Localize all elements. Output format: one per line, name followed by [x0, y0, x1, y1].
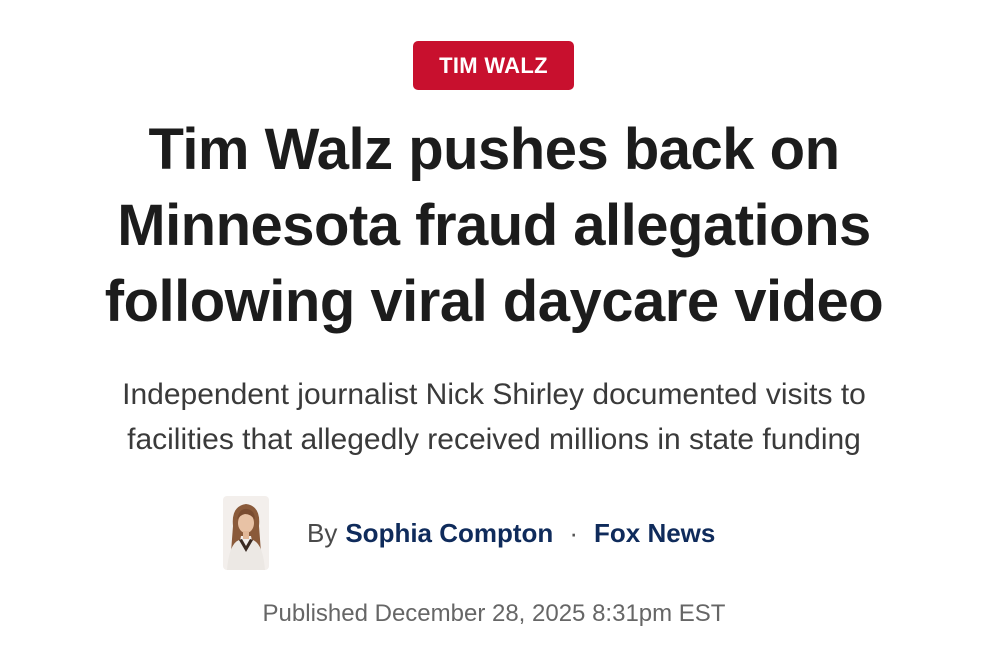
headline-line-2: Minnesota fraud allegations — [117, 193, 871, 258]
topic-tag[interactable]: TIM WALZ — [413, 41, 574, 90]
subheadline: Independent journalist Nick Shirley docu… — [20, 372, 968, 462]
article-header: TIM WALZ Tim Walz pushes back on Minneso… — [0, 0, 988, 671]
author-avatar[interactable] — [223, 496, 269, 570]
headline-line-1: Tim Walz pushes back on — [148, 117, 840, 182]
author-photo-icon — [223, 496, 269, 570]
source-link[interactable]: Fox News — [594, 518, 715, 549]
subheadline-line-2: facilities that allegedly received milli… — [127, 423, 861, 456]
headline-line-3: following viral daycare video — [104, 269, 884, 334]
byline-separator: · — [569, 517, 578, 548]
byline: By Sophia Compton · Fox News — [223, 496, 715, 570]
headline: Tim Walz pushes back on Minnesota fraud … — [20, 112, 968, 340]
author-link[interactable]: Sophia Compton — [345, 518, 553, 549]
byline-by-label: By — [307, 517, 338, 548]
subheadline-line-1: Independent journalist Nick Shirley docu… — [122, 378, 866, 411]
published-timestamp: Published December 28, 2025 8:31pm EST — [262, 600, 726, 627]
